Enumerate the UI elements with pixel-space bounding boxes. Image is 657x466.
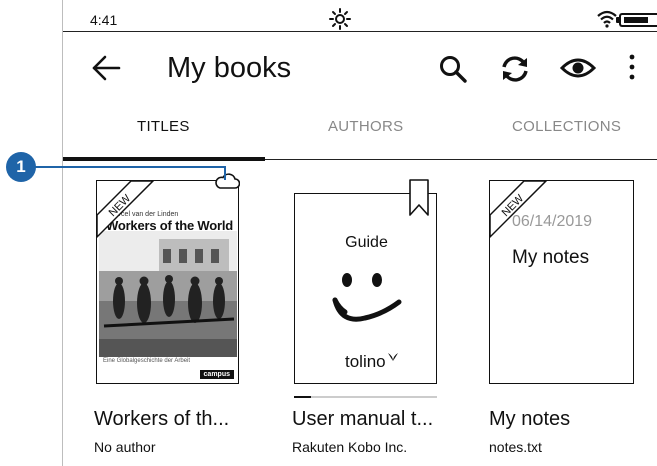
book-cover[interactable]: 06/14/2019 My notes NEW — [489, 180, 634, 384]
tab-collections[interactable]: COLLECTIONS — [512, 118, 621, 135]
cover-publisher: campus — [199, 370, 234, 379]
wifi-icon — [597, 10, 617, 31]
status-bar: 4:41 — [63, 8, 657, 32]
page-title: My books — [167, 52, 292, 84]
search-icon[interactable] — [438, 54, 468, 89]
book-author: Rakuten Kobo Inc. — [292, 439, 408, 455]
battery-icon — [616, 13, 657, 27]
cover-title: My notes — [512, 247, 590, 268]
library-tabs: TITLES AUTHORS COLLECTIONS — [63, 108, 657, 161]
reading-progress-fill — [294, 396, 312, 398]
app-header: My books — [63, 40, 657, 100]
cloud-icon — [214, 172, 241, 195]
tab-authors[interactable]: AUTHORS — [328, 118, 403, 135]
smiley-icon — [332, 273, 402, 322]
eye-icon[interactable] — [559, 56, 597, 85]
book-title: User manual t... — [292, 408, 434, 430]
more-vertical-icon[interactable] — [626, 52, 638, 87]
sync-icon[interactable] — [498, 52, 532, 91]
tolino-logo: tolino — [345, 352, 399, 372]
reading-progress-bar — [294, 396, 437, 398]
cover-subtitle: Eine Globalgeschichte der Arbeit — [103, 358, 191, 364]
cover-label: Guide — [345, 234, 388, 251]
new-badge: NEW — [490, 181, 548, 239]
battery-level — [624, 17, 648, 23]
active-tab-indicator — [63, 157, 265, 161]
device-screen: 4:41 My books TITLES AUTHORS COLLECTIONS… — [62, 0, 657, 466]
book-title: My notes — [489, 408, 571, 430]
tab-titles[interactable]: TITLES — [137, 118, 190, 135]
book-title: Workers of th... — [94, 408, 230, 430]
brightness-icon[interactable] — [329, 8, 351, 33]
tolino-logo-text: tolino — [345, 352, 386, 371]
arrow-left-icon[interactable] — [91, 54, 121, 87]
callout-connector — [224, 166, 226, 180]
cover-photo — [99, 231, 237, 357]
book-cover[interactable]: Marcel van der Linden Workers of the Wor… — [96, 180, 239, 384]
book-author: notes.txt — [489, 439, 542, 455]
new-badge: NEW — [97, 181, 155, 239]
bookmark-icon — [408, 179, 430, 222]
callout-badge: 1 — [6, 152, 36, 182]
status-time: 4:41 — [90, 12, 118, 28]
book-author: No author — [94, 439, 156, 455]
callout-line — [34, 166, 226, 168]
